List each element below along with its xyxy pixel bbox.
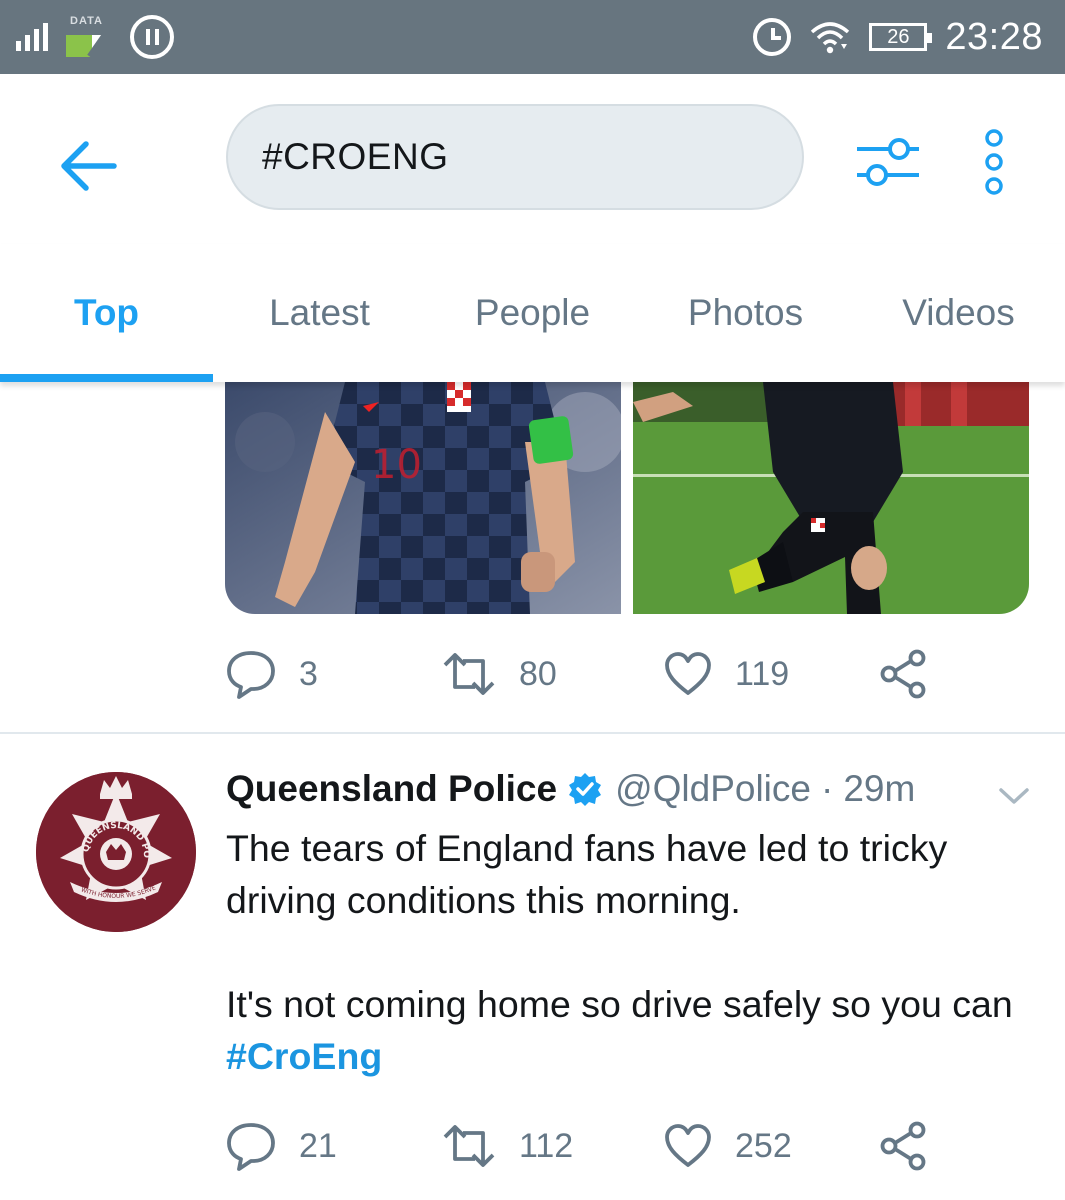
pause-notification-icon	[130, 15, 174, 59]
football-player-jersey-image: 10	[225, 382, 621, 614]
tweet2-actions: 21 112 252	[225, 1118, 945, 1174]
reply-icon	[227, 651, 275, 699]
tab-videos[interactable]: Videos	[852, 244, 1065, 382]
status-right: 26 23:28	[753, 12, 1043, 62]
author-handle[interactable]: @QldPolice	[615, 768, 811, 810]
tab-photos[interactable]: Photos	[639, 244, 852, 382]
status-bar: DATA 26 23:28	[0, 0, 1065, 74]
tweet-menu-button[interactable]	[996, 782, 1032, 810]
active-tab-indicator	[0, 374, 213, 382]
search-tabs: Top Latest People Photos Videos	[0, 244, 1065, 382]
retweet-count: 80	[519, 654, 557, 693]
tab-top[interactable]: Top	[0, 244, 213, 382]
share-icon	[880, 649, 926, 699]
retweet-count: 112	[519, 1126, 574, 1165]
heart-icon	[665, 652, 711, 695]
tweet-text-prefix: It's not coming home so drive safely so …	[226, 983, 1013, 1025]
search-header: #CROENG	[0, 74, 1065, 244]
alarm-icon	[753, 18, 792, 56]
search-filter-button[interactable]	[850, 124, 926, 200]
author-name[interactable]: Queensland Police	[226, 768, 557, 810]
retweet-button[interactable]: 112	[441, 1118, 573, 1174]
tweet-photo-right[interactable]	[633, 382, 1029, 614]
tab-latest[interactable]: Latest	[213, 244, 426, 382]
signal-icon	[16, 23, 48, 51]
retweet-icon	[443, 653, 495, 695]
tweet-timestamp[interactable]: 29m	[843, 768, 915, 810]
header-separator: ·	[820, 768, 834, 809]
like-button[interactable]: 252	[663, 1118, 792, 1174]
avatar[interactable]: QUEENSLAND POLICE WITH HONOUR WE SERVE	[36, 772, 196, 932]
tweet1-actions: 3 80 119	[225, 646, 945, 702]
reply-icon	[227, 1123, 275, 1171]
tweet-photo-left[interactable]: 10	[225, 382, 621, 614]
wifi-icon	[811, 22, 850, 54]
search-query: #CROENG	[262, 136, 449, 177]
svg-text:10: 10	[371, 442, 422, 488]
chevron-down-icon	[999, 788, 1029, 804]
back-button[interactable]	[52, 130, 124, 202]
football-player-pitch-image	[633, 382, 1029, 614]
status-left: DATA	[16, 12, 174, 62]
reply-button[interactable]: 3	[225, 646, 318, 702]
tweet-header: Queensland Police @QldPolice · 29m	[226, 764, 915, 814]
more-options-button[interactable]	[970, 122, 1018, 202]
tweet-text: The tears of England fans have led to tr…	[226, 822, 1016, 1082]
retweet-button[interactable]: 80	[441, 646, 557, 702]
search-input[interactable]: #CROENG	[226, 104, 804, 210]
share-button[interactable]	[879, 1118, 927, 1174]
battery-level: 26	[887, 25, 910, 48]
tweet-text-paragraph-2: It's not coming home so drive safely so …	[226, 978, 1016, 1082]
verified-badge-icon	[567, 771, 603, 807]
mobile-data-icon: DATA	[66, 15, 112, 59]
reply-count: 21	[299, 1126, 337, 1165]
vertical-dots-icon	[985, 129, 1003, 195]
sliders-icon	[857, 138, 919, 186]
reply-count: 3	[299, 654, 318, 693]
heart-icon	[665, 1124, 711, 1167]
battery-icon: 26	[869, 23, 933, 51]
tweet-divider	[0, 732, 1065, 734]
like-count: 119	[735, 654, 790, 693]
share-icon	[880, 1121, 926, 1171]
like-count: 252	[735, 1126, 792, 1165]
share-button[interactable]	[879, 646, 927, 702]
clock: 23:28	[945, 15, 1043, 58]
back-arrow-icon	[61, 141, 117, 191]
hashtag-link[interactable]: #CroEng	[226, 1035, 382, 1077]
data-label: DATA	[70, 15, 103, 27]
retweet-icon	[443, 1125, 495, 1167]
queensland-police-badge-icon: QUEENSLAND POLICE WITH HONOUR WE SERVE	[36, 772, 196, 932]
reply-button[interactable]: 21	[225, 1118, 337, 1174]
tab-people[interactable]: People	[426, 244, 639, 382]
tweet-text-paragraph-1: The tears of England fans have led to tr…	[226, 827, 948, 921]
like-button[interactable]: 119	[663, 646, 789, 702]
